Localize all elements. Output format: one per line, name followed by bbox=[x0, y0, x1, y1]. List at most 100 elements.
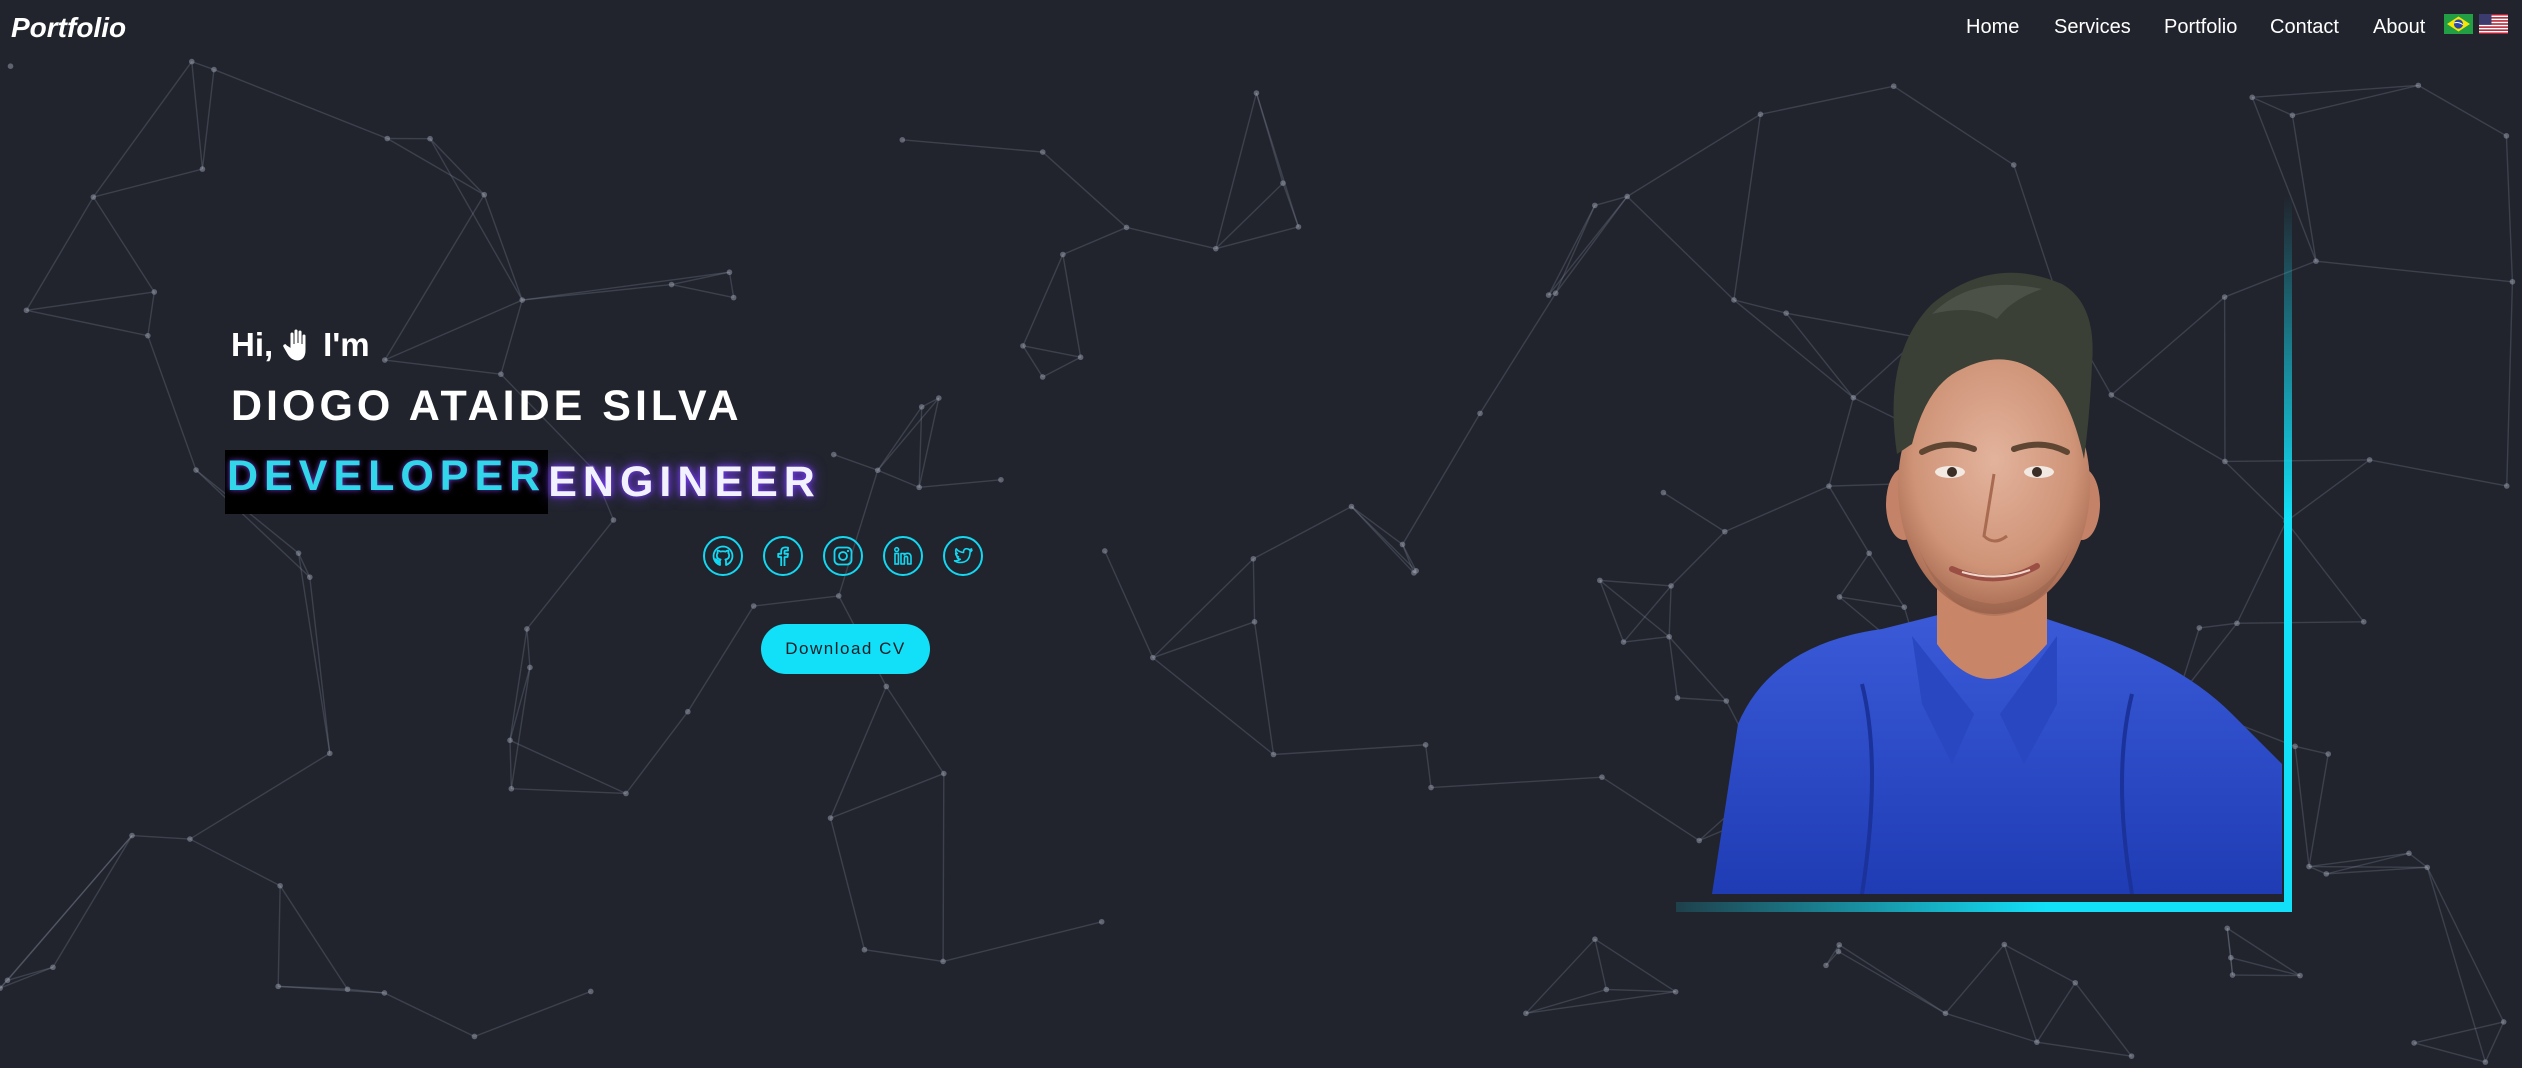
network-link bbox=[2484, 1021, 2505, 1063]
network-node bbox=[519, 297, 526, 303]
network-node bbox=[151, 289, 158, 295]
network-link bbox=[2285, 521, 2365, 623]
network-node bbox=[1477, 410, 1483, 417]
network-node bbox=[1101, 548, 1108, 554]
network-node bbox=[998, 476, 1004, 483]
network-node bbox=[726, 269, 733, 276]
network-link bbox=[2036, 1041, 2132, 1057]
role-secondary: ENGINEER bbox=[548, 458, 821, 506]
network-node bbox=[1348, 503, 1355, 510]
network-link bbox=[1525, 991, 1676, 1015]
facebook-icon[interactable] bbox=[763, 536, 803, 576]
network-node bbox=[1270, 751, 1277, 758]
network-node bbox=[916, 484, 922, 491]
network-node bbox=[2325, 751, 2332, 757]
nav-services[interactable]: Services bbox=[2054, 16, 2131, 39]
network-link bbox=[1525, 938, 1596, 1014]
network-link bbox=[1401, 544, 1417, 572]
network-link bbox=[511, 788, 627, 795]
network-link bbox=[2308, 753, 2329, 867]
network-link bbox=[1152, 621, 1255, 659]
network-node bbox=[145, 332, 151, 339]
network-link bbox=[26, 309, 148, 337]
twitter-icon[interactable] bbox=[943, 536, 983, 576]
network-link bbox=[509, 628, 528, 741]
network-link bbox=[213, 68, 388, 140]
network-node bbox=[883, 683, 890, 690]
nav-about[interactable]: About bbox=[2373, 16, 2425, 39]
network-node bbox=[1280, 180, 1286, 186]
network-link bbox=[509, 739, 627, 795]
brand-logo[interactable]: Portfolio bbox=[11, 12, 126, 44]
network-node bbox=[498, 371, 504, 378]
nav-contact[interactable]: Contact bbox=[2270, 16, 2339, 39]
network-node bbox=[2249, 94, 2256, 101]
network-link bbox=[1042, 356, 1081, 378]
network-node bbox=[2313, 258, 2319, 264]
usa-flag-icon[interactable] bbox=[2479, 14, 2508, 34]
network-link bbox=[483, 194, 523, 301]
nav-portfolio[interactable]: Portfolio bbox=[2164, 16, 2237, 39]
navbar: Portfolio Home Services Portfolio Contac… bbox=[0, 0, 2522, 62]
network-link bbox=[2294, 746, 2310, 867]
network-node bbox=[481, 191, 488, 198]
network-link bbox=[147, 291, 155, 336]
network-link bbox=[2036, 982, 2076, 1043]
hero-name: DIOGO ATAIDE SILVA bbox=[231, 382, 743, 430]
network-link bbox=[1253, 621, 1275, 755]
network-node bbox=[306, 574, 313, 580]
network-node bbox=[861, 946, 868, 953]
greeting: Hi, I'm bbox=[231, 326, 370, 364]
network-node bbox=[1413, 567, 1419, 574]
network-node bbox=[2072, 979, 2079, 986]
network-link bbox=[2226, 928, 2234, 976]
network-link bbox=[52, 835, 133, 968]
network-node bbox=[1150, 654, 1156, 661]
network-link bbox=[2369, 459, 2507, 487]
network-link bbox=[1424, 744, 1432, 788]
network-link bbox=[829, 686, 887, 819]
network-node bbox=[835, 593, 842, 599]
network-link bbox=[1623, 636, 1670, 643]
network-link bbox=[297, 553, 331, 754]
network-node bbox=[2503, 133, 2510, 139]
network-link bbox=[384, 359, 502, 375]
network-link bbox=[509, 740, 513, 789]
network-link bbox=[877, 469, 920, 488]
network-node bbox=[2010, 162, 2017, 168]
network-node bbox=[295, 550, 302, 556]
network-link bbox=[7, 966, 54, 981]
network-node bbox=[623, 790, 629, 797]
network-link bbox=[429, 138, 523, 301]
nav-home[interactable]: Home bbox=[1966, 16, 2019, 39]
network-node bbox=[668, 281, 675, 288]
network-node bbox=[1666, 633, 1672, 640]
network-node bbox=[211, 66, 217, 73]
network-node bbox=[1823, 962, 1829, 969]
network-node bbox=[1020, 343, 1026, 349]
download-cv-button[interactable]: Download CV bbox=[761, 624, 930, 674]
network-link bbox=[1944, 944, 2005, 1014]
network-link bbox=[1431, 776, 1603, 789]
network-link bbox=[877, 406, 923, 471]
network-node bbox=[1620, 639, 1627, 645]
network-link bbox=[2408, 852, 2428, 868]
instagram-icon[interactable] bbox=[823, 536, 863, 576]
greeting-hi: Hi, bbox=[231, 326, 274, 363]
network-node bbox=[2306, 863, 2312, 870]
network-link bbox=[2308, 852, 2410, 868]
brazil-flag-icon[interactable] bbox=[2444, 14, 2473, 34]
network-link bbox=[526, 519, 615, 630]
network-node bbox=[874, 467, 881, 474]
network-link bbox=[1479, 292, 1557, 414]
network-node bbox=[1624, 193, 1631, 200]
network-link bbox=[728, 272, 735, 298]
linkedin-icon[interactable] bbox=[883, 536, 923, 576]
github-icon[interactable] bbox=[703, 536, 743, 576]
network-link bbox=[147, 335, 197, 471]
network-link bbox=[1626, 113, 1761, 198]
greeting-im: I'm bbox=[323, 326, 370, 363]
network-node bbox=[1295, 224, 1302, 230]
network-link bbox=[201, 69, 215, 170]
waving-hand-icon bbox=[281, 327, 315, 363]
